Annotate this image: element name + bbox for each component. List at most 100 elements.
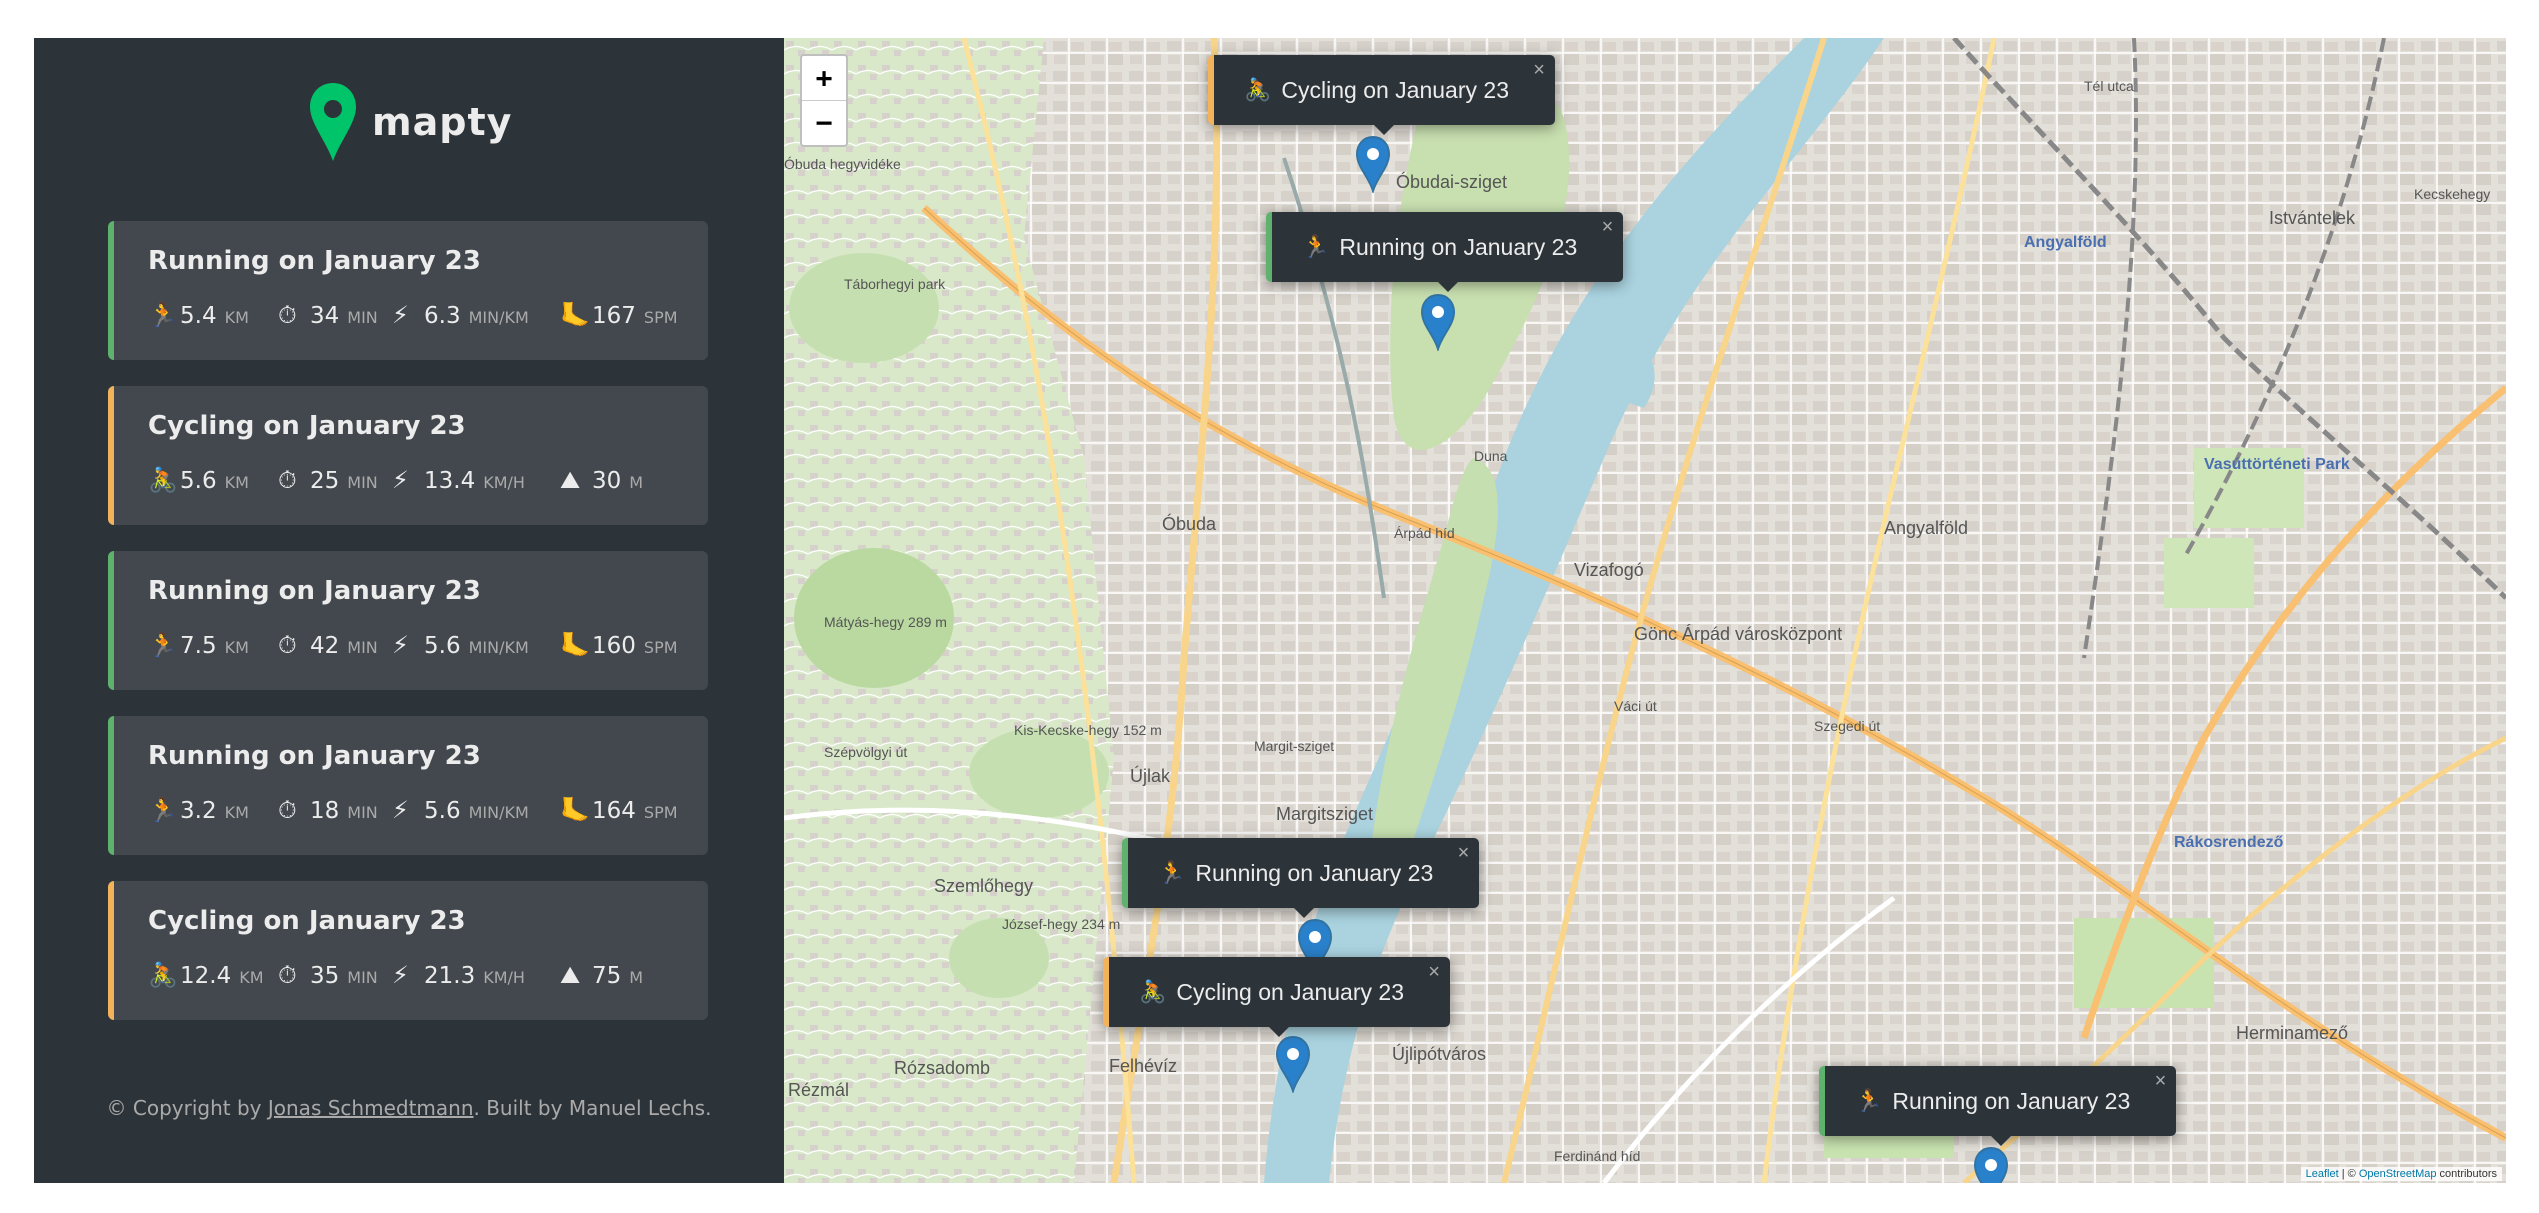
workout-popup[interactable]: 🚴 Cycling on January 23 × — [1103, 957, 1450, 1037]
detail-unit: min/km — [468, 638, 529, 657]
zoom-in-button[interactable]: + — [802, 56, 846, 101]
author-link[interactable]: Jonas Schmedtmann — [268, 1096, 474, 1120]
mountain-icon: ⛰ — [560, 961, 581, 989]
running-icon: 🏃 — [1158, 860, 1186, 886]
app-container: mapty Running on January 23 🏃 5.4 km ⏱ 34 min ⚡… — [34, 38, 2506, 1183]
workout-popup[interactable]: 🏃 Running on January 23 × — [1819, 1066, 2177, 1146]
map-label: Duna — [1474, 448, 1508, 464]
map-marker-icon[interactable] — [1355, 135, 1391, 193]
detail-value: 5.6 — [424, 633, 461, 659]
detail-value: 5.6 — [424, 798, 461, 824]
stopwatch-icon: ⏱ — [278, 961, 297, 989]
workout-popup[interactable]: 🏃 Running on January 23 × — [1266, 212, 1624, 292]
detail-unit: min — [347, 803, 378, 822]
detail-value: 7.5 — [180, 633, 217, 659]
map-marker-icon[interactable] — [1275, 1035, 1311, 1093]
popup-tip — [1990, 1136, 2011, 1146]
workout-detail: ⚡ 21.3 km/h — [392, 961, 525, 989]
detail-value: 6.3 — [424, 303, 461, 329]
detail-value: 75 — [592, 963, 622, 989]
workout-card-running[interactable]: Running on January 23 🏃 5.4 km ⏱ 34 min ⚡ 6.3 min… — [108, 221, 708, 360]
close-icon[interactable]: × — [1458, 842, 1470, 865]
workout-popup[interactable]: 🚴 Cycling on January 23 × — [1208, 55, 1555, 135]
workout-detail: ⚡ 13.4 km/h — [392, 466, 525, 494]
sidebar: mapty Running on January 23 🏃 5.4 km ⏱ 34 min ⚡… — [34, 38, 784, 1183]
workout-popup[interactable]: 🏃 Running on January 23 × — [1122, 838, 1480, 918]
map-label: Istvántelek — [2269, 208, 2356, 228]
workout-detail: ⛰ 30 m — [560, 466, 643, 494]
map[interactable]: Óbudai-sziget Óbuda Árpád híd Vizafogó G… — [784, 38, 2506, 1183]
workout-card-cycling[interactable]: Cycling on January 23 🚴 12.4 km ⏱ 35 min ⚡ 21.3 k… — [108, 881, 708, 1020]
workout-detail: 🏃 7.5 km — [148, 631, 249, 659]
map-label: Kis-Kecske-hegy 152 m — [1014, 722, 1162, 738]
close-icon[interactable]: × — [2155, 1070, 2167, 1093]
detail-unit: km — [224, 638, 249, 657]
map-label: József-hegy 234 m — [1002, 916, 1121, 932]
workout-detail: ⚡ 5.6 min/km — [392, 796, 529, 824]
logo: mapty — [310, 82, 512, 162]
zoom-out-button[interactable]: − — [802, 101, 846, 145]
stopwatch-icon: ⏱ — [278, 301, 297, 329]
map-label: Óbudai-sziget — [1396, 172, 1508, 192]
popup-tip — [1374, 125, 1395, 135]
workout-detail: 🦶 167 spm — [560, 301, 678, 329]
stopwatch-icon: ⏱ — [278, 631, 297, 659]
map-label: Rákosrendező — [2174, 834, 2284, 851]
map-marker-icon[interactable] — [1420, 293, 1456, 351]
workout-detail: 🦶 160 spm — [560, 631, 678, 659]
osm-link[interactable]: OpenStreetMap — [2359, 1168, 2437, 1180]
workout-detail: ⏱ 42 min — [278, 631, 378, 659]
lightning-icon: ⚡ — [392, 466, 409, 494]
stopwatch-icon: ⏱ — [278, 796, 297, 824]
close-icon[interactable]: × — [1602, 216, 1614, 239]
map-marker-icon[interactable] — [1973, 1146, 2009, 1183]
workout-card-running[interactable]: Running on January 23 🏃 7.5 km ⏱ 42 min ⚡ 5.6 min… — [108, 551, 708, 690]
running-icon: 🏃 — [1302, 234, 1330, 260]
map-label: Szegedi út — [1814, 718, 1881, 734]
detail-value: 160 — [592, 633, 636, 659]
workout-detail: ⚡ 5.6 min/km — [392, 631, 529, 659]
workout-details: 🏃 5.4 km ⏱ 34 min ⚡ 6.3 min/km 🦶 167 spm — [148, 301, 708, 337]
detail-unit: min — [347, 308, 378, 327]
workout-detail: ⚡ 6.3 min/km — [392, 301, 529, 329]
detail-unit: km/h — [483, 968, 525, 987]
detail-unit: km — [224, 308, 249, 327]
workout-details: 🚴 12.4 km ⏱ 35 min ⚡ 21.3 km/h ⛰ 75 m — [148, 961, 708, 997]
attribution-contributors: contributors — [2436, 1168, 2497, 1180]
map-label: Mátyás-hegy 289 m — [824, 614, 947, 630]
close-icon[interactable]: × — [1533, 59, 1545, 82]
detail-value: 42 — [310, 633, 340, 659]
map-label: Újlak — [1130, 766, 1171, 786]
footprint-icon: 🦶 — [560, 631, 590, 659]
map-attribution: Leaflet | © OpenStreetMap contributors — [2300, 1167, 2502, 1181]
detail-value: 167 — [592, 303, 636, 329]
map-label: Herminamező — [2236, 1023, 2349, 1043]
close-icon[interactable]: × — [1428, 961, 1440, 984]
detail-value: 35 — [310, 963, 340, 989]
workout-card-cycling[interactable]: Cycling on January 23 🚴 5.6 km ⏱ 25 min ⚡ 13.4 km… — [108, 386, 708, 525]
workout-detail: ⏱ 18 min — [278, 796, 378, 824]
detail-value: 164 — [592, 798, 636, 824]
workout-detail: 🚴 5.6 km — [148, 466, 249, 494]
detail-unit: spm — [643, 638, 678, 657]
lightning-icon: ⚡ — [392, 961, 409, 989]
workout-detail: ⛰ 75 m — [560, 961, 643, 989]
workout-title: Running on January 23 — [148, 246, 481, 276]
map-pin-logo-icon — [310, 83, 356, 161]
workout-card-running[interactable]: Running on January 23 🏃 3.2 km ⏱ 18 min ⚡ 5.6 min… — [108, 716, 708, 855]
map-label: Margit-sziget — [1254, 738, 1335, 754]
running-icon: 🏃 — [148, 631, 178, 659]
workout-detail: 🏃 3.2 km — [148, 796, 249, 824]
cycling-icon: 🚴 — [1139, 979, 1167, 1005]
map-label: Tél utca — [2084, 78, 2134, 94]
map-label: Táborhegyi park — [844, 276, 946, 292]
zoom-control: + − — [800, 54, 848, 147]
lightning-icon: ⚡ — [392, 796, 409, 824]
map-label: Óbuda — [1162, 514, 1217, 534]
workout-detail: 🏃 5.4 km — [148, 301, 249, 329]
detail-unit: min — [347, 473, 378, 492]
footprint-icon: 🦶 — [560, 796, 590, 824]
detail-unit: min/km — [468, 308, 529, 327]
map-label: Rózsadomb — [894, 1058, 991, 1078]
leaflet-link[interactable]: Leaflet — [2306, 1168, 2339, 1180]
